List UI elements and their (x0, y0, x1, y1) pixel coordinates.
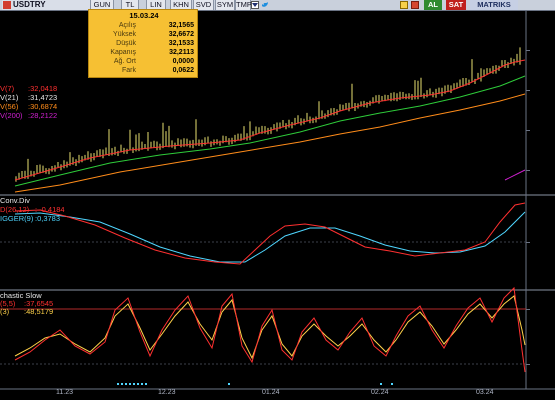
stoch-signal-line (14, 295, 526, 360)
info-label: Ağ. Ort (113, 58, 136, 65)
y-axis-tick (526, 50, 530, 51)
y-axis-tick (526, 90, 530, 91)
legend-label: D(26,12) (0, 205, 30, 214)
legend-ma-7: V(7) :32,0418 (0, 84, 57, 93)
info-row-high: Yüksek 32,6672 (89, 30, 199, 39)
legend-label: IGGER(9) (0, 214, 34, 223)
info-value: 32,1565 (168, 22, 194, 29)
info-row-avg: Ağ. Ort 0,0000 (89, 57, 199, 66)
info-value: 0,0622 (172, 67, 194, 74)
legend-macd-signal: IGGER(9):0,3783 (0, 214, 60, 223)
legend-stoch-d: (3) :48,5179 (0, 307, 53, 316)
y-axis-tick (526, 364, 530, 365)
legend-value: : -0,4184 (35, 205, 65, 214)
legend-value: :28,2122 (28, 111, 58, 120)
info-row-low: Düşük 32,1533 (89, 39, 199, 48)
macd-panel (0, 202, 526, 265)
info-value: 32,2113 (169, 49, 194, 56)
x-axis-label: 11.23 (56, 389, 73, 396)
legend-label: V(200) (0, 111, 23, 120)
legend-value: :48,5179 (24, 307, 54, 316)
info-row-diff: Fark 0,0622 (89, 66, 199, 75)
ma-7-line (14, 59, 526, 181)
legend-ma-56: V(56) :30,6874 (0, 102, 57, 111)
info-value: 0,0000 (172, 58, 194, 65)
info-label: Kapanış (110, 49, 136, 56)
x-axis-label: 02.24 (371, 389, 389, 396)
y-axis-tick (526, 130, 530, 131)
legend-label: V(56) (0, 102, 19, 111)
info-value: 32,1533 (168, 40, 194, 47)
x-axis-label: 12.23 (158, 389, 176, 396)
stoch-k-line (14, 286, 526, 373)
info-row-open: Açılış 32,1565 (89, 21, 199, 30)
y-axis-tick (526, 170, 530, 171)
ohlc-info-box: 15.03.24 Açılış 32,1565 Yüksek 32,6672 D… (88, 9, 198, 78)
info-label: Açılış (118, 22, 136, 29)
info-label: Yüksek (113, 31, 136, 38)
legend-value: :31,4723 (28, 93, 58, 102)
stochastic-panel (0, 286, 526, 373)
y-axis-tick (526, 309, 530, 310)
legend-ma-200: V(200) :28,2122 (0, 111, 57, 120)
x-axis-markers (117, 383, 393, 385)
info-date: 15.03.24 (129, 11, 159, 20)
legend-label: V(21) (0, 93, 19, 102)
legend-label: Conv.Div (0, 196, 30, 205)
x-axis-label: 03.24 (476, 389, 494, 396)
ma-21-line (14, 75, 526, 187)
x-axis-label: 01.24 (262, 389, 280, 396)
ma-200-line (504, 169, 526, 181)
ma-56-line (14, 93, 526, 193)
legend-value: :0,3783 (35, 214, 61, 223)
macd-signal-line (14, 211, 526, 263)
legend-macd-line: D(26,12) : -0,4184 (0, 205, 65, 214)
info-row-close: Kapanış 32,2113 (89, 48, 199, 57)
legend-ma-21: V(21) :31,4723 (0, 93, 57, 102)
info-label: Düşük (116, 40, 136, 47)
macd-line (14, 202, 526, 265)
info-label: Fark (122, 67, 136, 74)
legend-label: V(7) (0, 84, 15, 93)
legend-macd-title: Conv.Div (0, 196, 30, 205)
legend-value: :32,0418 (28, 84, 58, 93)
y-axis-tick (526, 242, 530, 243)
legend-value: :30,6874 (28, 102, 58, 111)
chart-canvas (0, 11, 555, 390)
legend-label: (3) (0, 307, 10, 316)
info-value: 32,6672 (168, 31, 194, 38)
